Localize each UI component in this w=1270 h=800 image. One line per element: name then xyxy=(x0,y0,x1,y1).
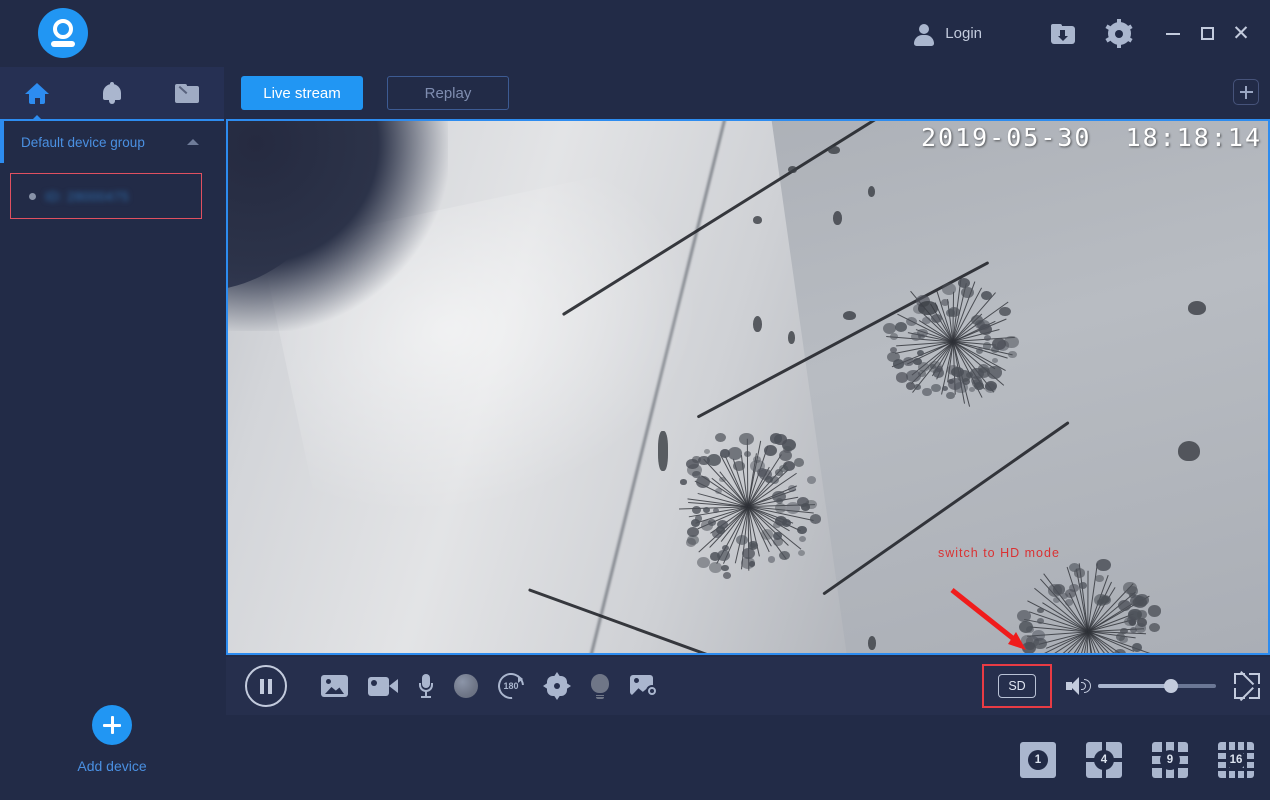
tab-live-stream[interactable]: Live stream xyxy=(241,76,363,110)
rotate-180-label: 180 xyxy=(498,673,524,699)
device-id-label: ID: 28000475 xyxy=(45,189,129,204)
device-group-header[interactable]: Default device group xyxy=(0,121,224,163)
video-timestamp: 2019-05-30 18:18:14 xyxy=(921,123,1262,152)
image-settings-icon[interactable] xyxy=(630,675,658,697)
light-bulb-icon[interactable] xyxy=(590,674,610,699)
pause-button[interactable] xyxy=(245,665,287,707)
video-scene: 2019-05-30 18:18:14 switch to HD mode xyxy=(228,121,1268,653)
sidebar: Default device group ID: 28000475 Add de… xyxy=(0,67,224,800)
rotate-180-icon[interactable]: 180 xyxy=(498,673,524,699)
layout-selector: 1 4 9 16 xyxy=(1020,742,1254,778)
microphone-icon[interactable] xyxy=(418,674,434,698)
layout-16-button[interactable]: 16 xyxy=(1218,742,1254,778)
plus-icon xyxy=(92,705,132,745)
tab-replay[interactable]: Replay xyxy=(387,76,509,110)
video-player[interactable]: 2019-05-30 18:18:14 switch to HD mode xyxy=(226,119,1270,655)
titlebar-right-controls: Login ✕ xyxy=(913,0,1270,67)
sidebar-nav xyxy=(0,67,224,121)
quality-button[interactable]: SD xyxy=(998,674,1036,698)
status-badge xyxy=(29,193,36,200)
video-hint-text: switch to HD mode xyxy=(938,546,1060,560)
sidebar-item-home[interactable] xyxy=(0,66,75,120)
snapshot-icon[interactable] xyxy=(321,675,348,697)
sidebar-item-alerts[interactable] xyxy=(75,66,150,120)
video-control-bar: 180 SD xyxy=(226,657,1270,715)
volume-slider[interactable] xyxy=(1098,676,1216,696)
bell-icon xyxy=(102,82,122,104)
maximize-icon[interactable] xyxy=(1190,14,1224,54)
video-record-icon[interactable] xyxy=(368,677,398,696)
volume-icon[interactable] xyxy=(1066,676,1092,696)
layout-4-button[interactable]: 4 xyxy=(1086,742,1122,778)
layout-1-button[interactable]: 1 xyxy=(1020,742,1056,778)
layout-9-label: 9 xyxy=(1160,750,1180,770)
close-icon[interactable]: ✕ xyxy=(1224,14,1258,54)
camera-logo-icon xyxy=(38,8,88,58)
alarm-siren-icon[interactable] xyxy=(454,674,478,698)
folder-icon xyxy=(175,84,199,103)
layout-1-label: 1 xyxy=(1028,750,1048,770)
quality-highlight-box: SD xyxy=(982,664,1052,708)
layout-9-button[interactable]: 9 xyxy=(1152,742,1188,778)
login-button[interactable]: Login xyxy=(913,23,982,45)
home-icon xyxy=(25,83,49,104)
chevron-up-icon[interactable] xyxy=(187,139,199,145)
layout-16-label: 16 xyxy=(1226,750,1246,770)
app-logo xyxy=(38,8,88,58)
download-folder-icon[interactable] xyxy=(1040,11,1086,57)
sidebar-item-files[interactable] xyxy=(149,66,224,120)
minimize-icon[interactable] xyxy=(1156,14,1190,54)
title-bar: Login ✕ xyxy=(0,0,1270,67)
layout-4-label: 4 xyxy=(1094,750,1114,770)
ptz-direction-icon[interactable] xyxy=(544,673,570,699)
tab-bar: Live stream Replay xyxy=(224,67,1270,119)
gear-icon[interactable] xyxy=(1096,11,1142,57)
app-window: Login ✕ Default device group ID: 2800047… xyxy=(0,0,1270,800)
device-group-title: Default device group xyxy=(21,135,145,150)
person-icon xyxy=(913,23,935,45)
add-device-label: Add device xyxy=(77,758,146,774)
main-content: Live stream Replay 2019-05-30 18:18:14 s… xyxy=(224,67,1270,800)
fullscreen-icon[interactable] xyxy=(1234,673,1260,699)
add-device-button[interactable]: Add device xyxy=(0,705,224,774)
red-arrow-annotation xyxy=(948,586,1038,653)
list-item[interactable]: ID: 28000475 xyxy=(10,173,202,219)
login-label: Login xyxy=(945,25,982,42)
plus-square-icon[interactable] xyxy=(1233,79,1259,105)
